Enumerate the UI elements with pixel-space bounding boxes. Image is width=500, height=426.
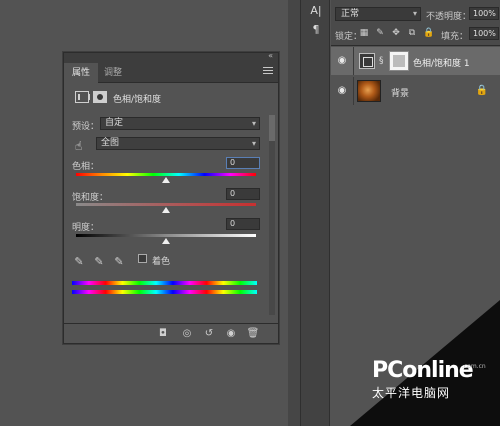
- saturation-label: 饱和度：: [72, 193, 109, 203]
- preset-dropdown[interactable]: 自定 ▾: [100, 117, 260, 130]
- blend-mode-dropdown[interactable]: 正常 ▾: [335, 7, 421, 21]
- targeted-adjustment-hand-icon[interactable]: ☝: [75, 139, 89, 153]
- colorize-label: 着色: [152, 257, 171, 267]
- channel-value: 全图: [101, 138, 120, 148]
- lock-icon: 🔒: [475, 85, 488, 96]
- watermark-logo: PConline: [372, 358, 474, 383]
- lock-position-icon[interactable]: ✥: [391, 28, 401, 38]
- hue-input[interactable]: 0: [226, 157, 260, 169]
- preset-label: 预设：: [72, 122, 100, 132]
- saturation-input[interactable]: 0: [226, 188, 260, 200]
- lock-all-icon[interactable]: 🔒: [423, 28, 434, 38]
- eyedropper-minus-icon[interactable]: ✎: [113, 256, 125, 268]
- layers-options-bar: 正常 ▾ 不透明度： 100% 锁定： ▦ ✎ ✥ ⧉ 🔒 填充： 100%: [331, 0, 500, 46]
- visibility-eye-icon[interactable]: ◉: [336, 85, 348, 97]
- character-panel-icon[interactable]: A|: [306, 3, 326, 19]
- channel-dropdown[interactable]: 全图 ▾: [96, 137, 260, 150]
- chevron-down-icon: ▾: [412, 9, 417, 18]
- opacity-input[interactable]: 100%: [469, 7, 499, 20]
- lock-label: 锁定：: [335, 32, 363, 42]
- preset-value: 自定: [105, 118, 124, 128]
- panel-menu-icon[interactable]: [263, 67, 273, 77]
- panel-tabs: 属性 调整: [64, 63, 278, 83]
- layer-row-background[interactable]: ◉ 背景 🔒: [331, 77, 500, 105]
- tab-adjustments[interactable]: 调整: [96, 63, 130, 83]
- opacity-label: 不透明度：: [426, 12, 472, 22]
- panel-scrollbar[interactable]: [269, 115, 275, 315]
- lightness-slider-track[interactable]: [76, 234, 256, 237]
- watermark-subtitle: 太平洋电脑网: [372, 386, 451, 400]
- layer-mask-thumbnail[interactable]: [389, 51, 409, 71]
- visibility-eye-icon[interactable]: ◉: [224, 328, 238, 340]
- input-color-spectrum: [72, 281, 257, 285]
- colorize-checkbox[interactable]: [138, 254, 147, 263]
- panel-gutter: [288, 0, 300, 426]
- scrollbar-thumb[interactable]: [269, 115, 275, 141]
- adjustment-layer-thumbnail: [359, 53, 375, 69]
- tab-properties[interactable]: 属性: [64, 63, 99, 83]
- adjustment-layer-icon[interactable]: [75, 91, 90, 103]
- layer-row-hue-saturation[interactable]: ◉ § 色相/饱和度 1: [331, 47, 500, 75]
- panel-titlebar[interactable]: «: [64, 51, 278, 63]
- eyedropper-plus-icon[interactable]: ✎: [93, 256, 105, 268]
- link-chain-icon[interactable]: §: [379, 56, 384, 66]
- watermark-domain: .com.cn: [462, 363, 486, 370]
- lock-transparent-icon[interactable]: ▦: [359, 28, 369, 38]
- hue-slider-track[interactable]: [76, 173, 256, 176]
- layer-name[interactable]: 色相/饱和度 1: [413, 56, 470, 69]
- delete-trash-icon[interactable]: 🗑: [246, 328, 260, 340]
- fill-input[interactable]: 100%: [469, 27, 499, 40]
- clip-to-layer-icon[interactable]: ◘: [156, 328, 170, 340]
- paragraph-panel-icon[interactable]: ¶: [306, 22, 326, 38]
- output-color-spectrum: [72, 290, 257, 294]
- panel-footer: ◘ ◎ ↺ ◉ 🗑: [64, 323, 278, 343]
- background-thumbnail: [357, 80, 381, 102]
- eyedropper-icon[interactable]: ✎: [73, 256, 85, 268]
- collapse-icon[interactable]: «: [268, 51, 273, 60]
- chevron-down-icon: ▾: [251, 119, 256, 128]
- view-previous-icon[interactable]: ◎: [180, 328, 194, 340]
- hue-label: 色相：: [72, 162, 100, 172]
- chevron-down-icon: ▾: [251, 139, 256, 148]
- saturation-slider-track[interactable]: [76, 203, 256, 206]
- adjustment-title: 色相/饱和度: [113, 95, 162, 105]
- properties-panel: « 属性 调整 色相/饱和度 预设： 自定 ▾ ☝ 全图 ▾ 色相： 0 饱和度…: [63, 51, 279, 344]
- saturation-slider-thumb[interactable]: [162, 207, 170, 213]
- blend-mode-value: 正常: [341, 9, 360, 19]
- layer-mask-icon[interactable]: [93, 91, 107, 103]
- reset-icon[interactable]: ↺: [202, 328, 216, 340]
- lightness-slider-thumb[interactable]: [162, 238, 170, 244]
- lightness-label: 明度：: [72, 223, 100, 233]
- fill-label: 填充：: [441, 32, 469, 42]
- mini-tool-column: A| ¶: [300, 0, 330, 426]
- visibility-eye-icon[interactable]: ◉: [336, 55, 348, 67]
- lock-image-icon[interactable]: ✎: [375, 28, 385, 38]
- lock-artboard-icon[interactable]: ⧉: [407, 28, 417, 38]
- hue-slider-thumb[interactable]: [162, 177, 170, 183]
- lightness-input[interactable]: 0: [226, 218, 260, 230]
- layer-name[interactable]: 背景: [391, 86, 409, 99]
